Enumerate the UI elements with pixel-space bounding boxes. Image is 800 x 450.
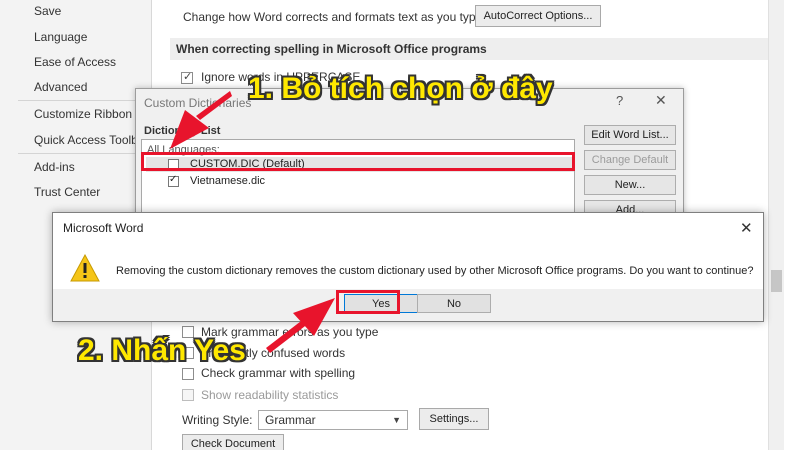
check-document-button[interactable]: Check Document (182, 434, 284, 450)
confirm-title: Microsoft Word (63, 221, 144, 235)
confirm-dialog: Microsoft Word ✕ Removing the custom dic… (52, 212, 764, 322)
dictionary-entry[interactable]: Vietnamese.dic (146, 174, 574, 189)
help-icon[interactable]: ? (616, 93, 623, 108)
highlight-custom-dic (141, 152, 575, 171)
close-icon[interactable]: ✕ (740, 219, 753, 237)
dialog-title: Custom Dictionaries (144, 96, 252, 110)
writing-style-value: Grammar (265, 413, 316, 427)
confirm-body: Removing the custom dictionary removes t… (53, 243, 763, 289)
confirm-titlebar: Microsoft Word ✕ (53, 213, 763, 243)
nav-item-advanced[interactable]: Advanced (34, 80, 87, 94)
nav-item-ease-of-access[interactable]: Ease of Access (34, 55, 116, 69)
check-grammar-checkbox[interactable] (182, 368, 194, 380)
nav-item-quick-access-toolbar[interactable]: Quick Access Toolba (34, 133, 145, 147)
nav-item-trust-center[interactable]: Trust Center (34, 185, 100, 199)
nav-item-add-ins[interactable]: Add-ins (34, 160, 75, 174)
highlight-yes-button (336, 290, 400, 314)
change-default-button[interactable]: Change Default (584, 150, 676, 170)
dictionary-entry-label: Vietnamese.dic (190, 175, 266, 187)
dictionary-list[interactable]: All Languages: CUSTOM.DIC (Default) Viet… (141, 139, 575, 219)
writing-style-label: Writing Style: (182, 413, 253, 427)
autocorrect-description: Change how Word corrects and formats tex… (183, 10, 486, 24)
chevron-down-icon: ▼ (392, 415, 401, 425)
new-dictionary-button[interactable]: New... (584, 175, 676, 195)
check-grammar-label: Check grammar with spelling (201, 366, 356, 380)
autocorrect-options-button[interactable]: AutoCorrect Options... (475, 5, 601, 27)
nav-separator (18, 100, 152, 101)
nav-item-customize-ribbon[interactable]: Customize Ribbon (34, 107, 132, 121)
step-1-annotation: 1. Bỏ tích chọn ở đây (248, 72, 553, 105)
settings-button[interactable]: Settings... (419, 408, 489, 430)
nav-separator (18, 153, 152, 154)
readability-label: Show readability statistics (201, 388, 339, 402)
nav-item-language[interactable]: Language (34, 30, 87, 44)
confirm-message: Removing the custom dictionary removes t… (116, 265, 754, 277)
close-icon[interactable]: ✕ (655, 92, 667, 109)
dictionary-checkbox[interactable] (168, 174, 179, 187)
ignore-uppercase-checkbox[interactable] (181, 70, 193, 84)
spelling-section-header: When correcting spelling in Microsoft Of… (170, 38, 768, 60)
dictionary-list-label: Dictionary List (144, 125, 221, 137)
writing-style-select[interactable]: Grammar ▼ (258, 410, 408, 430)
scroll-thumb[interactable] (771, 270, 782, 292)
edit-word-list-button[interactable]: Edit Word List... (584, 125, 676, 145)
warning-icon (70, 254, 100, 282)
no-button[interactable]: No (417, 294, 491, 313)
step-2-annotation: 2. Nhấn Yes (78, 334, 246, 367)
nav-item-save[interactable]: Save (34, 4, 61, 18)
readability-checkbox[interactable] (182, 389, 194, 401)
options-scrollbar[interactable] (768, 0, 784, 450)
